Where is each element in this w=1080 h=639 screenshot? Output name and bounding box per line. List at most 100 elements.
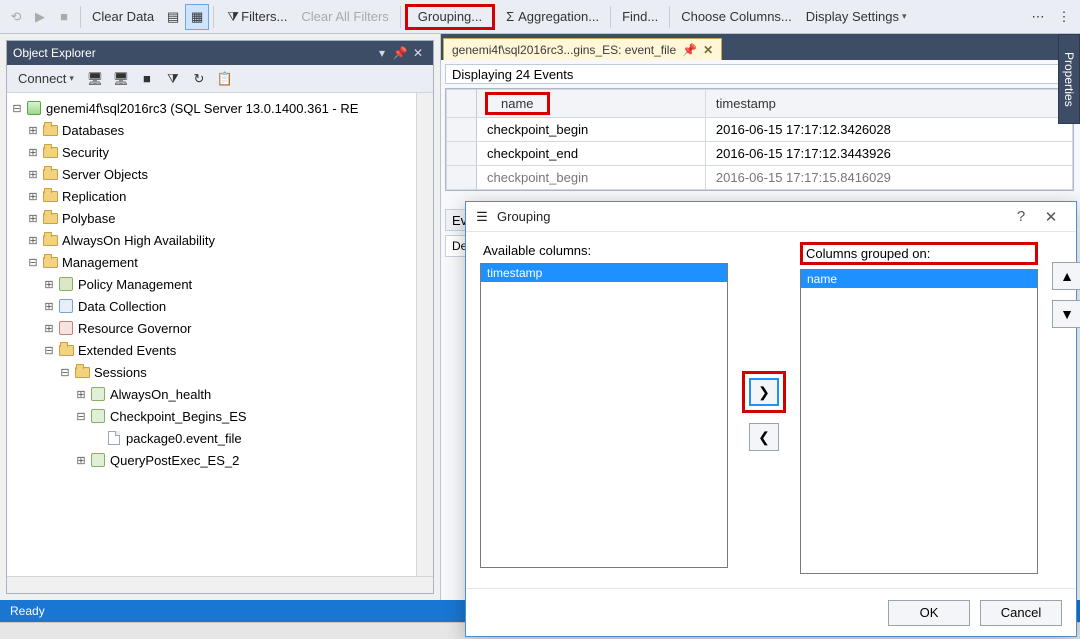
grouping-dialog: ☰ Grouping ? ✕ Available columns: timest… [465,201,1077,637]
available-columns-label: Available columns: [480,242,728,259]
tree-node-replication[interactable]: ⊞Replication [9,185,416,207]
dialog-close-button[interactable]: ✕ [1036,208,1066,226]
tab-label: genemi4f\sql2016rc3...gins_ES: event_fil… [452,43,676,57]
clear-all-filters-button: Clear All Filters [294,4,395,30]
cell-ts: 2016-06-15 17:17:12.3443926 [705,142,1072,166]
tab-close-icon[interactable]: ✕ [703,43,713,57]
ok-button[interactable]: OK [888,600,970,626]
tree-node-polybase[interactable]: ⊞Polybase [9,207,416,229]
tree-label: Databases [62,123,124,138]
move-down-button[interactable]: ▼ [1052,300,1080,328]
data-collection-icon [57,297,75,315]
tree-node-databases[interactable]: ⊞Databases [9,119,416,141]
view-split-icon[interactable]: ▦ [185,4,209,30]
tree-label: Sessions [94,365,147,380]
policy-icon [57,275,75,293]
session-icon [89,385,107,403]
folder-icon [41,165,59,183]
play-button: ▶ [28,4,52,30]
dialog-body: Available columns: timestamp ❯ ❮ Columns… [466,232,1076,588]
tree-node-management[interactable]: ⊟Management [9,251,416,273]
remove-column-button[interactable]: ❮ [749,423,779,451]
main-toolbar: ⟲ ▶ ■ Clear Data ▤ ▦ ⧩ Filters... Clear … [0,0,1080,34]
aggregation-button[interactable]: Σ Aggregation... [495,4,606,30]
tree-root[interactable]: ⊟ genemi4f\sql2016rc3 (SQL Server 13.0.1… [9,97,416,119]
object-explorer-panel: Object Explorer ▾ 📌 ✕ Connect 🖥 🖥 ■ ⧩ ↻ … [6,40,434,594]
status-text: Ready [10,604,45,618]
table-row[interactable]: checkpoint_begin2016-06-15 17:17:15.8416… [447,166,1073,190]
choose-columns-button[interactable]: Choose Columns... [674,4,799,30]
sigma-icon: Σ [502,9,518,25]
overflow2-icon[interactable]: ⋮ [1052,4,1076,30]
folder-icon [41,187,59,205]
tree-label: AlwaysOn High Availability [62,233,215,248]
tree-node-alwayson[interactable]: ⊞AlwaysOn High Availability [9,229,416,251]
toolbar-separator [400,6,401,28]
clear-data-button[interactable]: Clear Data [85,4,161,30]
display-settings-button[interactable]: Display Settings [799,4,914,30]
find-button[interactable]: Find... [615,4,665,30]
tree-node-alwayson-health[interactable]: ⊞AlwaysOn_health [9,383,416,405]
grouped-columns-listbox[interactable]: name [800,269,1038,574]
available-columns-listbox[interactable]: timestamp [480,263,728,568]
list-item-name[interactable]: name [801,270,1037,288]
table-row[interactable]: checkpoint_end2016-06-15 17:17:12.344392… [447,142,1073,166]
close-icon[interactable]: ✕ [409,46,427,60]
connect-server-icon[interactable]: 🖥 [83,66,107,92]
tree-node-package0[interactable]: ·package0.event_file [9,427,416,449]
tree-node-querypostexec[interactable]: ⊞QueryPostExec_ES_2 [9,449,416,471]
tree-node-datacollection[interactable]: ⊞Data Collection [9,295,416,317]
panel-dropdown-icon[interactable]: ▾ [373,46,391,60]
tree-node-server-objects[interactable]: ⊞Server Objects [9,163,416,185]
connect-button[interactable]: Connect [11,66,81,92]
grouping-button[interactable]: Grouping... [405,4,495,30]
overflow-icon[interactable]: ⋯ [1026,4,1050,30]
document-tab[interactable]: genemi4f\sql2016rc3...gins_ES: event_fil… [443,38,722,60]
toolbar-separator [213,6,214,28]
tab-pin-icon[interactable]: 📌 [682,43,697,57]
registered-servers-icon[interactable]: 📋 [213,66,237,92]
tree-vscrollbar[interactable] [416,93,433,576]
pin-icon[interactable]: 📌 [391,46,409,60]
view-grid-icon[interactable]: ▤ [161,4,185,30]
refresh-icon[interactable]: ↻ [187,66,211,92]
move-up-button[interactable]: ▲ [1052,262,1080,290]
object-explorer-toolbar: Connect 🖥 🖥 ■ ⧩ ↻ 📋 [7,65,433,93]
tree-node-policy[interactable]: ⊞Policy Management [9,273,416,295]
object-explorer-title: Object Explorer [13,46,373,60]
col-header-name[interactable]: name [477,90,706,118]
disconnect-icon[interactable]: 🖥 [109,66,133,92]
stop-icon[interactable]: ■ [135,66,159,92]
object-explorer-tree[interactable]: ⊟ genemi4f\sql2016rc3 (SQL Server 13.0.1… [7,93,416,576]
tree-label: Management [62,255,138,270]
tree-node-resourcegov[interactable]: ⊞Resource Governor [9,317,416,339]
filters-button[interactable]: ⧩ Filters... [218,4,294,30]
cell-name: checkpoint_begin [477,166,706,190]
filter-icon[interactable]: ⧩ [161,66,185,92]
folder-icon [41,121,59,139]
table-row[interactable]: checkpoint_begin2016-06-15 17:17:12.3426… [447,118,1073,142]
tree-label: AlwaysOn_health [110,387,211,402]
tree-node-checkpoint-begins[interactable]: ⊟Checkpoint_Begins_ES [9,405,416,427]
folder-icon [41,231,59,249]
row-header-corner [447,90,477,118]
toolbar-separator [80,6,81,28]
events-grid[interactable]: name timestamp checkpoint_begin2016-06-1… [445,88,1074,191]
dialog-title: Grouping [497,209,550,224]
tree-label: Policy Management [78,277,192,292]
tree-node-sessions[interactable]: ⊟Sessions [9,361,416,383]
properties-side-tab[interactable]: Properties [1058,34,1080,124]
tree-node-security[interactable]: ⊞Security [9,141,416,163]
cancel-button[interactable]: Cancel [980,600,1062,626]
col-header-timestamp[interactable]: timestamp [705,90,1072,118]
tree-label: package0.event_file [126,431,242,446]
tree-hscrollbar[interactable] [7,576,433,593]
cell-ts: 2016-06-15 17:17:15.8416029 [705,166,1072,190]
dialog-help-button[interactable]: ? [1006,208,1036,225]
folder-icon [73,363,91,381]
session-icon [89,407,107,425]
tree-node-xevents[interactable]: ⊟Extended Events [9,339,416,361]
tree-label: genemi4f\sql2016rc3 (SQL Server 13.0.140… [46,101,358,116]
add-column-button[interactable]: ❯ [749,378,779,406]
list-item-timestamp[interactable]: timestamp [481,264,727,282]
